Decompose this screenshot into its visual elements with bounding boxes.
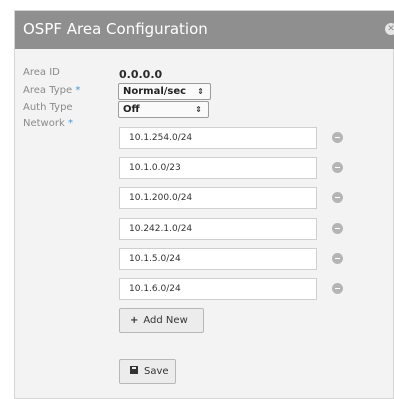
network-input-2[interactable]: 10.1.0.0/23	[119, 157, 317, 179]
dialog-title: OSPF Area Configuration	[23, 20, 208, 38]
network-input-4[interactable]: 10.242.1.0/24	[119, 218, 317, 240]
network-input-6[interactable]: 10.1.6.0/24	[119, 278, 317, 300]
remove-network-icon[interactable]	[332, 223, 343, 234]
area-id-label: Area ID	[23, 67, 60, 78]
network-input-1[interactable]: 10.1.254.0/24	[119, 127, 317, 149]
save-label: Save	[144, 366, 169, 377]
network-input-5[interactable]: 10.1.5.0/24	[119, 248, 317, 270]
remove-network-icon[interactable]	[332, 132, 343, 143]
area-type-label: Area Type *	[23, 85, 81, 96]
ospf-area-dialog: OSPF Area Configuration ✕ Area ID 0.0.0.…	[14, 10, 394, 399]
save-button[interactable]: Save	[119, 359, 176, 384]
select-arrows-icon: ⇕	[197, 87, 204, 96]
plus-icon: +	[130, 315, 139, 326]
dialog-titlebar: OSPF Area Configuration ✕	[15, 11, 394, 49]
network-input-3[interactable]: 10.1.200.0/24	[119, 187, 317, 209]
area-id-value: 0.0.0.0	[119, 68, 163, 81]
remove-network-icon[interactable]	[332, 162, 343, 173]
area-type-value: Normal/sec	[123, 86, 187, 97]
remove-network-icon[interactable]	[332, 253, 343, 264]
auth-type-select[interactable]: Off ⇕	[118, 101, 209, 118]
remove-network-icon[interactable]	[332, 283, 343, 294]
floppy-disk-icon	[130, 366, 138, 374]
add-new-button[interactable]: + Add New	[119, 308, 204, 333]
auth-type-value: Off	[123, 104, 140, 115]
auth-type-label: Auth Type	[23, 102, 73, 113]
remove-network-icon[interactable]	[332, 192, 343, 203]
close-icon[interactable]: ✕	[385, 23, 394, 35]
network-label: Network *	[23, 118, 73, 129]
area-type-select[interactable]: Normal/sec ⇕	[118, 83, 211, 100]
select-arrows-icon: ⇕	[195, 105, 202, 114]
add-new-label: Add New	[143, 315, 188, 326]
